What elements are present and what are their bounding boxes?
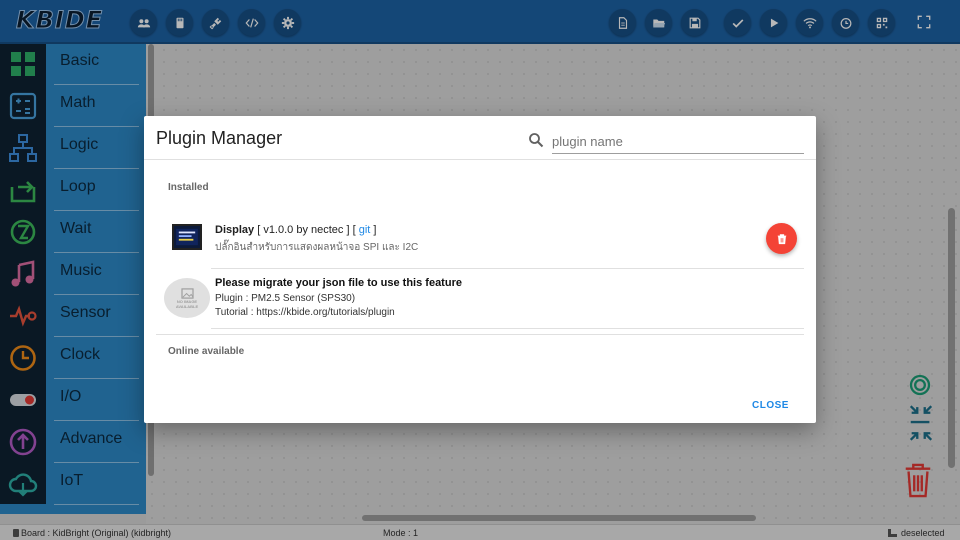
uninstall-plugin-button[interactable] <box>766 223 797 254</box>
oled-display-image <box>176 228 198 246</box>
migrate-notice-title: Please migrate your json file to use thi… <box>215 277 462 289</box>
plugin-search-input[interactable] <box>552 130 804 154</box>
header-divider <box>144 159 816 160</box>
trash-icon <box>777 233 786 244</box>
list-divider <box>211 328 804 329</box>
online-section-label: Online available <box>168 346 245 357</box>
migrate-tutorial-line: Tutorial : https://kbide.org/tutorials/p… <box>215 307 395 318</box>
dialog-title: Plugin Manager <box>156 128 283 148</box>
plugin-meta-close: ] <box>373 224 377 236</box>
plugin-version-meta: [ v1.0.0 by nectec ] [ <box>257 224 356 236</box>
no-image-placeholder: NO IMAGE AVAILABLE <box>164 278 210 318</box>
plugin-name-line: Display [ v1.0.0 by nectec ] [ git ] <box>215 224 376 236</box>
search-icon <box>529 133 544 148</box>
plugin-manager-dialog: Plugin Manager Installed Display [ v1.0.… <box>144 116 816 423</box>
migrate-plugin-line: Plugin : PM2.5 Sensor (SPS30) <box>215 293 356 304</box>
section-divider <box>156 334 804 335</box>
installed-section-label: Installed <box>168 182 209 193</box>
plugin-description: ปลั๊กอินสำหรับการแสดงผลหน้าจอ SPI และ I2… <box>215 242 419 253</box>
plugin-name: Display <box>215 224 255 236</box>
no-image-text-2: AVAILABLE <box>175 303 199 309</box>
display-plugin-thumbnail <box>172 224 202 250</box>
image-icon <box>180 287 194 299</box>
plugin-git-link[interactable]: git <box>359 224 371 236</box>
list-divider <box>211 268 804 269</box>
close-button[interactable]: CLOSE <box>752 400 789 411</box>
